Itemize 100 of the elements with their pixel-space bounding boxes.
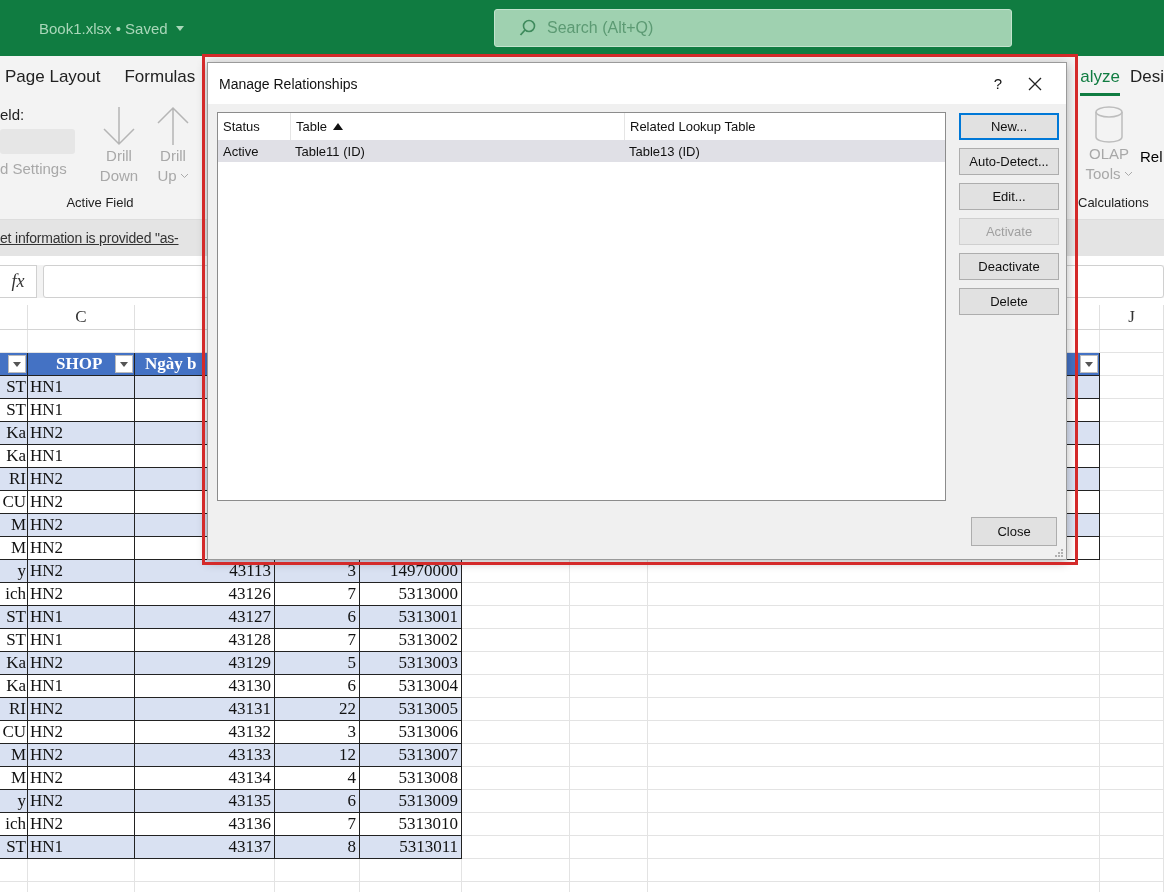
table-cell: ST [0,376,28,399]
group-label: Active Field [65,195,135,212]
table-cell: 5313007 [360,744,462,767]
ribbon-tab[interactable]: Page Layout [5,60,101,96]
list-cell: Table13 (ID) [629,143,700,159]
help-button[interactable]: ? [978,75,1018,92]
dropdown-arrow-icon [120,361,128,367]
ribbon-tab[interactable]: alyze [1080,60,1120,96]
column-header[interactable]: J [1100,305,1164,329]
search-icon [519,19,537,37]
table-cell: 22 [275,698,360,721]
list-column-header[interactable]: Table [296,119,328,134]
grid-cell [1100,583,1164,606]
table-cell: ST [0,836,28,859]
table-cell: 12 [275,744,360,767]
table-cell: 43133 [135,744,275,767]
table-cell: 5313001 [360,606,462,629]
list-column-header[interactable]: Status [223,119,260,134]
filter-dropdown-button[interactable] [115,355,133,373]
table-cell: HN1 [28,606,135,629]
chevron-icon [1123,171,1133,177]
grid-cell [1100,698,1164,721]
grid-cell [1100,859,1164,882]
dialog-button[interactable]: New... [959,113,1059,140]
table-cell: HN2 [28,744,135,767]
database-icon [1094,106,1124,144]
grid-cell [1100,399,1164,422]
dialog-button[interactable]: Edit... [959,183,1059,210]
table-cell: RI [0,698,28,721]
table-cell: 43135 [135,790,275,813]
grid-cell [1100,514,1164,537]
column-header[interactable]: C [28,305,135,329]
table-cell: 43127 [135,606,275,629]
table-cell: ST [0,606,28,629]
relationship-row[interactable]: Active Table11 (ID) Table13 (ID) [218,140,945,162]
dialog-button[interactable]: Deactivate [959,253,1059,280]
table-cell: 5313003 [360,652,462,675]
dialog-button[interactable]: Delete [959,288,1059,315]
table-cell: 5313011 [360,836,462,859]
list-cell: Table11 (ID) [295,143,365,159]
table-cell: 5313009 [360,790,462,813]
grid-cell [1100,790,1164,813]
field-label: eld: [0,106,26,123]
filter-dropdown-button[interactable] [1080,355,1098,373]
table-cell: 8 [275,836,360,859]
ribbon-tab[interactable]: Formulas [124,60,196,96]
grid-cell [1100,560,1164,583]
table-cell: y [0,560,28,583]
table-cell: 43113 [135,560,275,583]
relationships-label[interactable]: Rel [1140,100,1164,195]
grid-cell [0,859,28,882]
insert-function-button[interactable]: fx [0,265,37,298]
grid-cell [1100,445,1164,468]
table-cell: HN1 [28,836,135,859]
grid-cell [1100,721,1164,744]
dropdown-arrow-icon [1085,361,1093,367]
arrow-down-icon [102,106,136,146]
table-cell: M [0,744,28,767]
grid-cell [1100,767,1164,790]
grid-cell [1100,652,1164,675]
dialog-button[interactable]: Auto-Detect... [959,148,1059,175]
list-column-header[interactable]: Related Lookup Table [630,119,756,134]
table-cell: 6 [275,790,360,813]
close-icon[interactable] [1028,76,1042,91]
grid-cell [1100,537,1164,560]
arrow-up-icon [156,106,190,146]
table-cell: M [0,514,28,537]
grid-cell [1100,468,1164,491]
ribbon-tab[interactable]: Desi [1130,60,1164,96]
table-cell: HN1 [28,376,135,399]
table-cell: Ka [0,652,28,675]
table-cell: HN2 [28,698,135,721]
table-cell: y [0,790,28,813]
table-cell: Ka [0,422,28,445]
grid-cell [1100,422,1164,445]
column-title: Ngày b [144,354,197,374]
group-label: Calculations [1078,195,1150,212]
table-cell: HN2 [28,514,135,537]
table-cell: HN2 [28,560,135,583]
grid-cell [1100,629,1164,652]
caret-icon [175,25,184,31]
dropdown-arrow-icon [13,361,21,367]
message-link[interactable]: et information is provided "as- [0,230,179,246]
table-cell: HN2 [28,422,135,445]
resize-grip-icon[interactable] [1054,548,1064,558]
grid-cell [1100,675,1164,698]
chevron-icon [179,173,189,179]
table-cell: HN2 [28,790,135,813]
column-title: SHOP [56,354,103,374]
filter-dropdown-button[interactable] [8,355,26,373]
table-cell: 5313005 [360,698,462,721]
table-cell: HN2 [28,652,135,675]
table-cell: 6 [275,606,360,629]
grid-cell [1100,813,1164,836]
close-button[interactable]: Close [971,517,1057,546]
table-cell: 43129 [135,652,275,675]
dialog-title: Manage Relationships [219,75,359,92]
grid-cell [1100,376,1164,399]
grid-cell [1100,744,1164,767]
grid-cell [1100,836,1164,859]
